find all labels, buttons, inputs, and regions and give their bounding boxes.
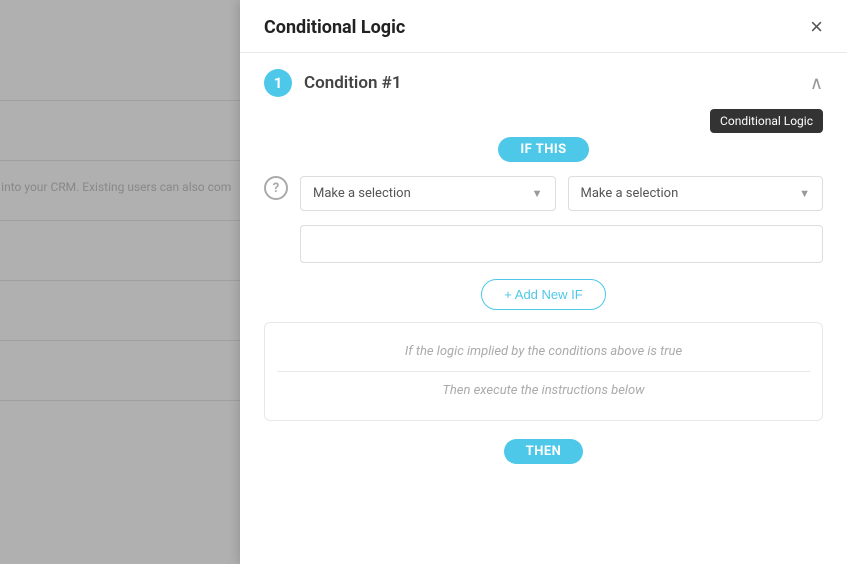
- bg-line-4: [0, 280, 240, 281]
- background-text: ct into your CRM. Existing users can als…: [0, 170, 240, 204]
- bg-line-6: [0, 400, 240, 401]
- logic-line-2: Then execute the instructions below: [277, 380, 810, 402]
- bg-line-2: [0, 160, 240, 161]
- tooltip-box: Conditional Logic: [710, 109, 823, 133]
- collapse-icon[interactable]: ∧: [810, 73, 823, 94]
- selects-row: Make a selection ▼ Make a selection ▼: [300, 176, 823, 211]
- condition-number: 1: [264, 69, 292, 97]
- then-row: THEN: [240, 439, 847, 464]
- close-button[interactable]: ×: [810, 16, 823, 38]
- dropdown-value-select[interactable]: Make a selection ▼: [568, 176, 824, 211]
- if-this-section: IF THIS ? Make a selection ▼ Make a sele…: [240, 137, 847, 263]
- chevron-down-icon-2: ▼: [799, 187, 810, 200]
- condition-header: 1 Condition #1 ∧: [240, 53, 847, 109]
- bg-line-3: [0, 220, 240, 221]
- add-new-if-row: + Add New IF: [240, 279, 847, 310]
- if-this-badge: IF THIS: [498, 137, 588, 162]
- dropdown1-label: Make a selection: [313, 186, 411, 201]
- condition-title: Condition #1: [304, 73, 402, 93]
- condition-inputs-row: ? Make a selection ▼ Make a selection ▼: [264, 176, 823, 211]
- then-badge: THEN: [504, 439, 584, 464]
- logic-description-box: If the logic implied by the conditions a…: [264, 322, 823, 421]
- chevron-down-icon-1: ▼: [532, 187, 543, 200]
- condition-left: 1 Condition #1: [264, 69, 402, 97]
- tooltip-bar: Conditional Logic: [240, 109, 847, 137]
- bg-line-5: [0, 340, 240, 341]
- dropdown-field-select[interactable]: Make a selection ▼: [300, 176, 556, 211]
- add-new-if-button[interactable]: + Add New IF: [481, 279, 605, 310]
- conditional-logic-modal: Conditional Logic × 1 Condition #1 ∧ Con…: [240, 0, 847, 564]
- modal-title: Conditional Logic: [264, 17, 405, 38]
- dropdown2-label: Make a selection: [581, 186, 679, 201]
- condition-text-input[interactable]: [300, 225, 823, 263]
- help-icon[interactable]: ?: [264, 176, 288, 200]
- bg-line-1: [0, 100, 240, 101]
- modal-header: Conditional Logic ×: [240, 0, 847, 53]
- logic-divider: [277, 371, 810, 372]
- text-input-row: [264, 225, 823, 263]
- logic-line-1: If the logic implied by the conditions a…: [277, 341, 810, 363]
- if-this-label-row: IF THIS: [264, 137, 823, 162]
- background-panel: ct into your CRM. Existing users can als…: [0, 0, 240, 564]
